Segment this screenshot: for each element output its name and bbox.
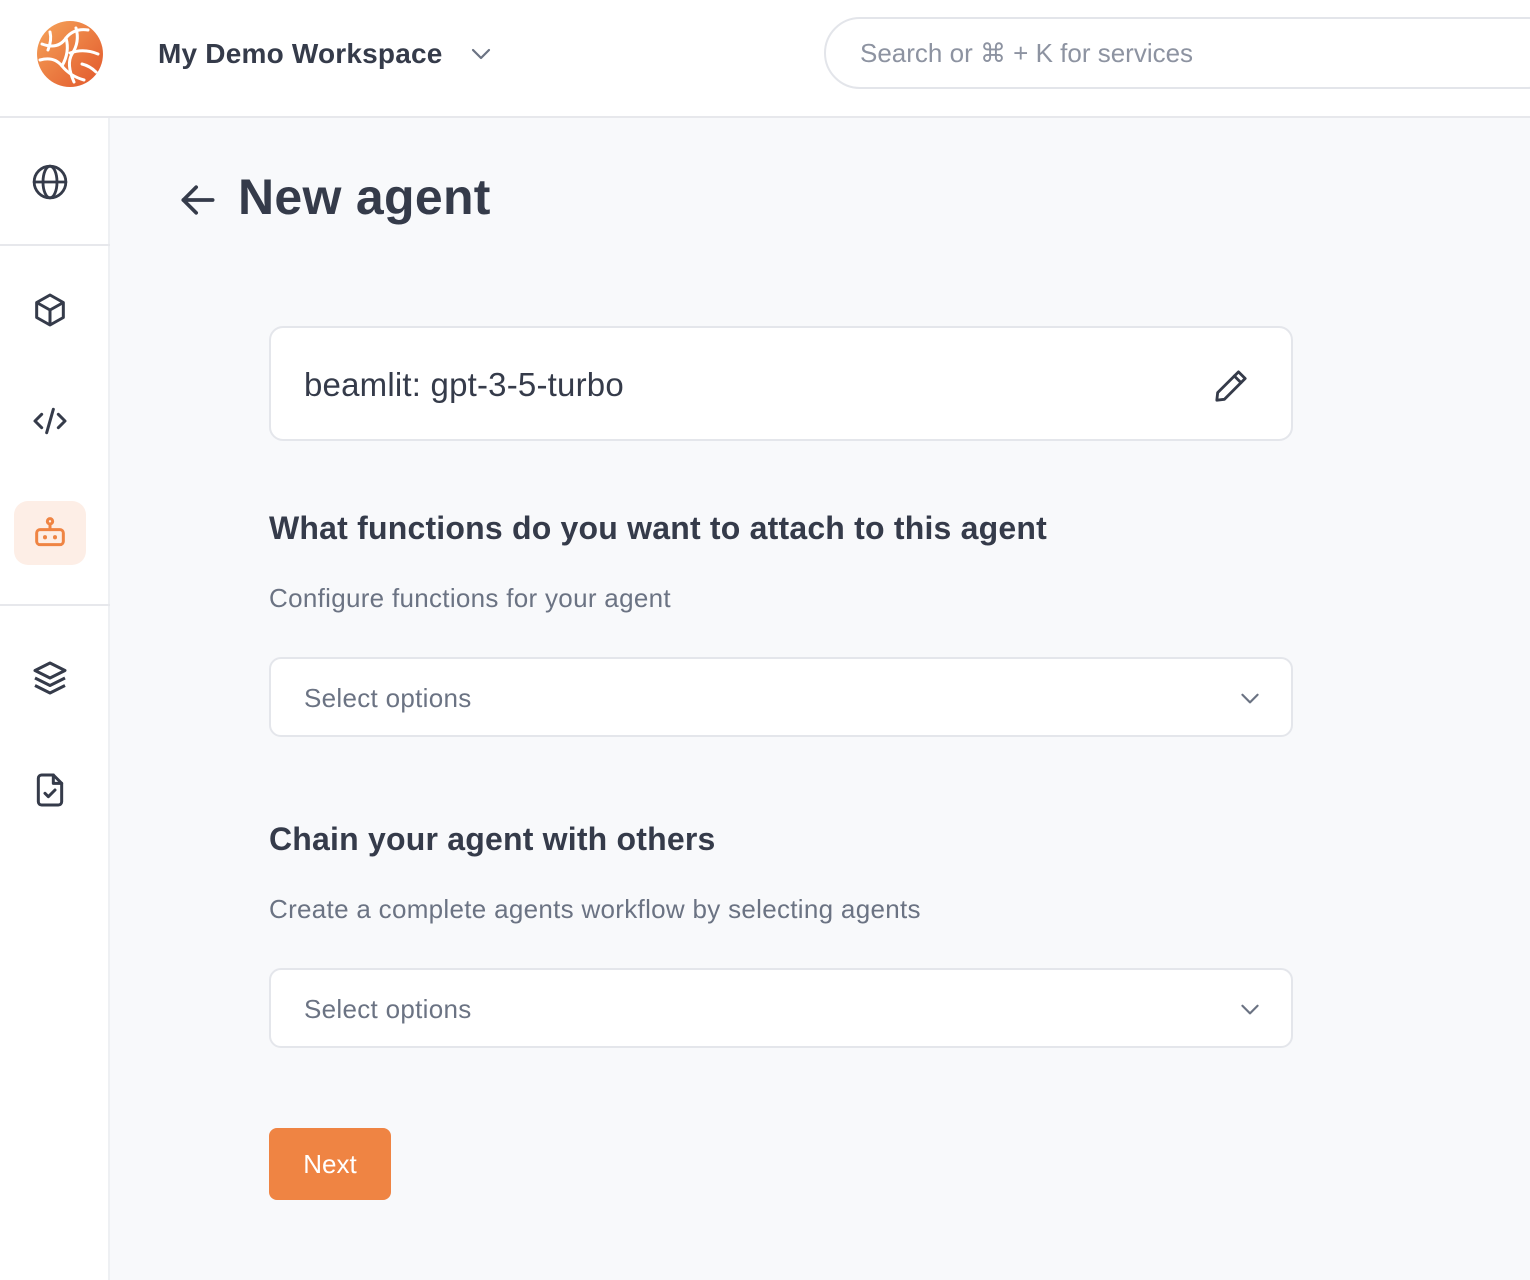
pencil-icon[interactable] [1211,366,1251,406]
sidebar [0,118,110,1280]
functions-section-title: What functions do you want to attach to … [269,510,1047,546]
sidebar-divider [0,604,110,606]
functions-section-subtitle: Configure functions for your agent [269,583,671,613]
functions-select-placeholder: Select options [304,683,472,713]
functions-select[interactable]: Select options [269,657,1293,737]
agents-select-placeholder: Select options [304,994,472,1024]
cube-icon [35,293,65,327]
sidebar-item-models[interactable] [14,278,86,342]
sidebar-item-agents[interactable] [14,501,86,565]
globe-icon [32,164,68,200]
robot-icon [35,517,65,547]
workspace-name: My Demo Workspace [158,38,443,69]
workspace-selector[interactable]: My Demo Workspace [158,32,493,76]
agents-select[interactable]: Select options [269,968,1293,1048]
search-box[interactable] [824,17,1530,89]
chain-section-subtitle: Create a complete agents workflow by sel… [269,894,921,924]
page-title: New agent [238,169,491,225]
top-bar: My Demo Workspace [0,0,1530,118]
file-check-icon [36,773,64,807]
next-button[interactable]: Next [269,1128,391,1200]
sidebar-divider [0,244,110,246]
model-name: beamlit: gpt-3-5-turbo [304,366,624,403]
chevron-down-icon [1241,693,1259,704]
search-input[interactable] [860,37,1530,69]
sidebar-item-stacks[interactable] [14,646,86,710]
logo-icon[interactable] [36,20,104,88]
sidebar-item-docs[interactable] [14,758,86,822]
chevron-down-icon [471,48,490,60]
back-arrow-icon[interactable] [176,178,220,222]
sidebar-item-globe[interactable] [14,150,86,214]
layers-icon [33,661,67,695]
code-icon [33,407,67,435]
model-card: beamlit: gpt-3-5-turbo [269,326,1293,441]
chain-section-title: Chain your agent with others [269,821,716,857]
sidebar-item-functions[interactable] [14,389,86,453]
chevron-down-icon [1241,1004,1259,1015]
main-content: New agent beamlit: gpt-3-5-turbo What fu… [110,118,1530,1280]
